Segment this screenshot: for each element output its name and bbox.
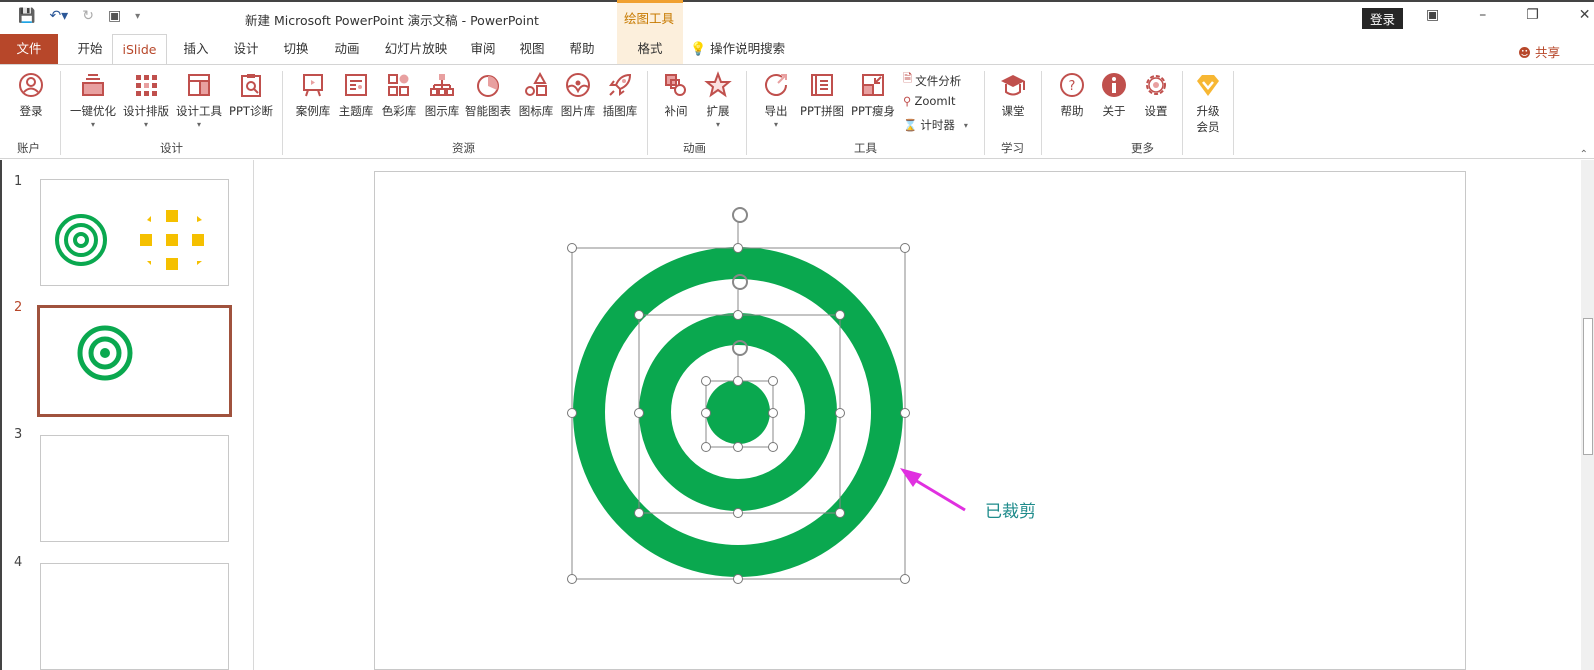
resize-handle[interactable] bbox=[733, 376, 743, 386]
resize-handle[interactable] bbox=[733, 508, 743, 518]
resize-handle[interactable] bbox=[835, 310, 845, 320]
annotation-arrow bbox=[900, 468, 966, 512]
resize-handle[interactable] bbox=[634, 408, 644, 418]
resize-handle[interactable] bbox=[733, 310, 743, 320]
resize-handle[interactable] bbox=[634, 508, 644, 518]
rotate-handle-icon[interactable] bbox=[732, 207, 748, 223]
resize-handle[interactable] bbox=[835, 508, 845, 518]
scrollbar-thumb[interactable] bbox=[1583, 318, 1593, 455]
resize-handle[interactable] bbox=[733, 243, 743, 253]
resize-handle[interactable] bbox=[900, 243, 910, 253]
center-dot[interactable] bbox=[706, 380, 770, 444]
resize-handle[interactable] bbox=[701, 376, 711, 386]
resize-handle[interactable] bbox=[701, 408, 711, 418]
resize-handle[interactable] bbox=[768, 376, 778, 386]
resize-handle[interactable] bbox=[768, 408, 778, 418]
resize-handle[interactable] bbox=[567, 574, 577, 584]
resize-handle[interactable] bbox=[900, 574, 910, 584]
annotation-label: 已裁剪 bbox=[985, 502, 1036, 522]
resize-handle[interactable] bbox=[733, 442, 743, 452]
resize-handle[interactable] bbox=[634, 310, 644, 320]
resize-handle[interactable] bbox=[701, 442, 711, 452]
resize-handle[interactable] bbox=[733, 574, 743, 584]
resize-handle[interactable] bbox=[900, 408, 910, 418]
resize-handle[interactable] bbox=[567, 243, 577, 253]
resize-handle[interactable] bbox=[768, 442, 778, 452]
selected-shapes-overlay bbox=[567, 207, 966, 584]
resize-handle[interactable] bbox=[567, 408, 577, 418]
resize-handle[interactable] bbox=[835, 408, 845, 418]
